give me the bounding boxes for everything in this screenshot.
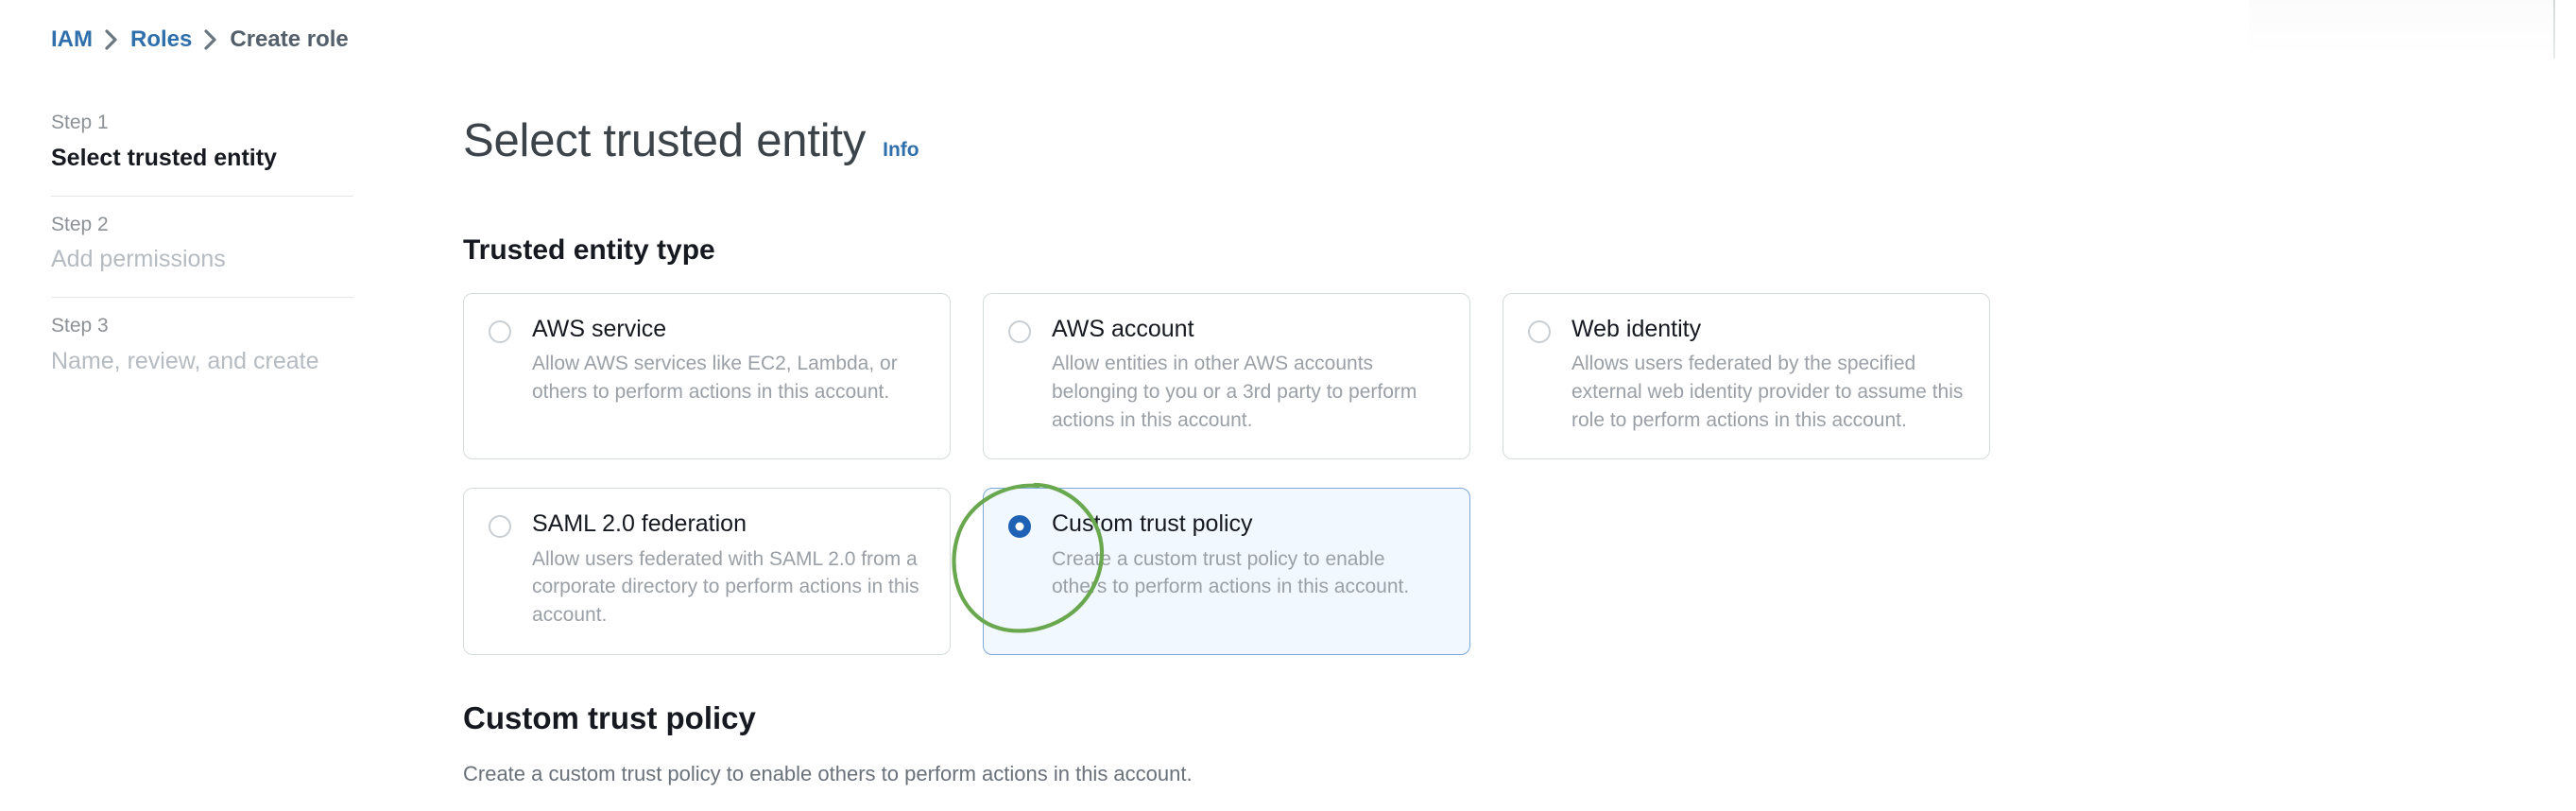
radio-saml-federation[interactable] — [489, 515, 511, 539]
wizard-step-1[interactable]: Step 1 Select trusted entity — [51, 95, 353, 196]
wizard-step-1-title: Select trusted entity — [51, 144, 277, 171]
option-saml-federation-body: SAML 2.0 federation Allow users federate… — [532, 509, 925, 630]
option-web-identity[interactable]: Web identity Allows users federated by t… — [1503, 292, 1990, 460]
wizard-step-3-kicker: Step 3 — [51, 315, 109, 336]
option-saml-federation-title: SAML 2.0 federation — [532, 510, 747, 538]
main-content: Select trusted entity Info Trusted entit… — [463, 0, 2523, 811]
wizard-step-2-title: Add permissions — [51, 246, 226, 272]
wizard-step-1-kicker: Step 1 — [51, 112, 109, 133]
page-header: Select trusted entity Info — [463, 83, 2523, 198]
wizard-step-2-kicker: Step 2 — [51, 213, 109, 235]
radio-aws-service[interactable] — [489, 319, 511, 343]
chevron-right-icon — [93, 28, 130, 51]
option-custom-trust-policy[interactable]: Custom trust policy Create a custom trus… — [952, 483, 1470, 656]
option-aws-account-description: Allow entities in other AWS accounts bel… — [1052, 352, 1417, 431]
option-aws-service-title: AWS service — [532, 315, 667, 342]
option-web-identity-description: Allows users federated by the specified … — [1571, 352, 1964, 431]
custom-trust-policy-section: Custom trust policy Create a custom trus… — [463, 700, 2523, 811]
radio-web-identity[interactable] — [1528, 319, 1551, 343]
page-title: Select trusted entity — [463, 114, 867, 166]
breadcrumb-item-create-role: Create role — [230, 26, 349, 52]
breadcrumb-item-roles[interactable]: Roles — [130, 26, 192, 53]
option-custom-trust-policy-description: Create a custom trust policy to enable o… — [1052, 547, 1410, 598]
breadcrumb: IAM Roles Create role — [51, 26, 349, 53]
info-link[interactable]: Info — [883, 139, 919, 162]
option-saml-federation-description: Allow users federated with SAML 2.0 from… — [532, 547, 919, 627]
right-edge-divider — [2553, 0, 2555, 59]
wizard-step-3-title: Name, review, and create — [51, 347, 319, 374]
option-aws-account[interactable]: AWS account Allow entities in other AWS … — [983, 292, 1470, 460]
option-aws-service[interactable]: AWS service Allow AWS services like EC2,… — [463, 292, 951, 460]
chevron-right-icon — [192, 28, 230, 51]
option-saml-federation[interactable]: SAML 2.0 federation Allow users federate… — [463, 488, 951, 656]
breadcrumb-item-iam[interactable]: IAM — [51, 26, 93, 53]
option-aws-account-body: AWS account Allow entities in other AWS … — [1052, 315, 1445, 435]
option-custom-trust-policy-body: Custom trust policy Create a custom trus… — [1052, 509, 1445, 630]
wizard-step-3[interactable]: Step 3 Name, review, and create — [51, 298, 353, 399]
custom-trust-policy-subheading: Create a custom trust policy to enable o… — [463, 762, 1193, 786]
radio-aws-account[interactable] — [1008, 319, 1031, 343]
trusted-entity-type-label: Trusted entity type — [463, 233, 715, 266]
option-web-identity-body: Web identity Allows users federated by t… — [1571, 315, 1965, 435]
wizard-step-nav: Step 1 Select trusted entity Step 2 Add … — [51, 95, 353, 399]
radio-custom-trust-policy[interactable] — [1008, 515, 1031, 539]
create-role-page: IAM Roles Create role Step 1 Select trus… — [0, 0, 2576, 811]
option-aws-service-description: Allow AWS services like EC2, Lambda, or … — [532, 352, 898, 403]
option-web-identity-title: Web identity — [1571, 315, 1702, 342]
trusted-entity-type-options: AWS service Allow AWS services like EC2,… — [463, 292, 2523, 656]
option-custom-trust-policy-title: Custom trust policy — [1052, 510, 1253, 538]
option-aws-account-title: AWS account — [1052, 315, 1194, 342]
option-aws-service-body: AWS service Allow AWS services like EC2,… — [532, 315, 925, 435]
custom-trust-policy-heading: Custom trust policy — [463, 700, 756, 736]
wizard-step-2[interactable]: Step 2 Add permissions — [51, 197, 353, 298]
